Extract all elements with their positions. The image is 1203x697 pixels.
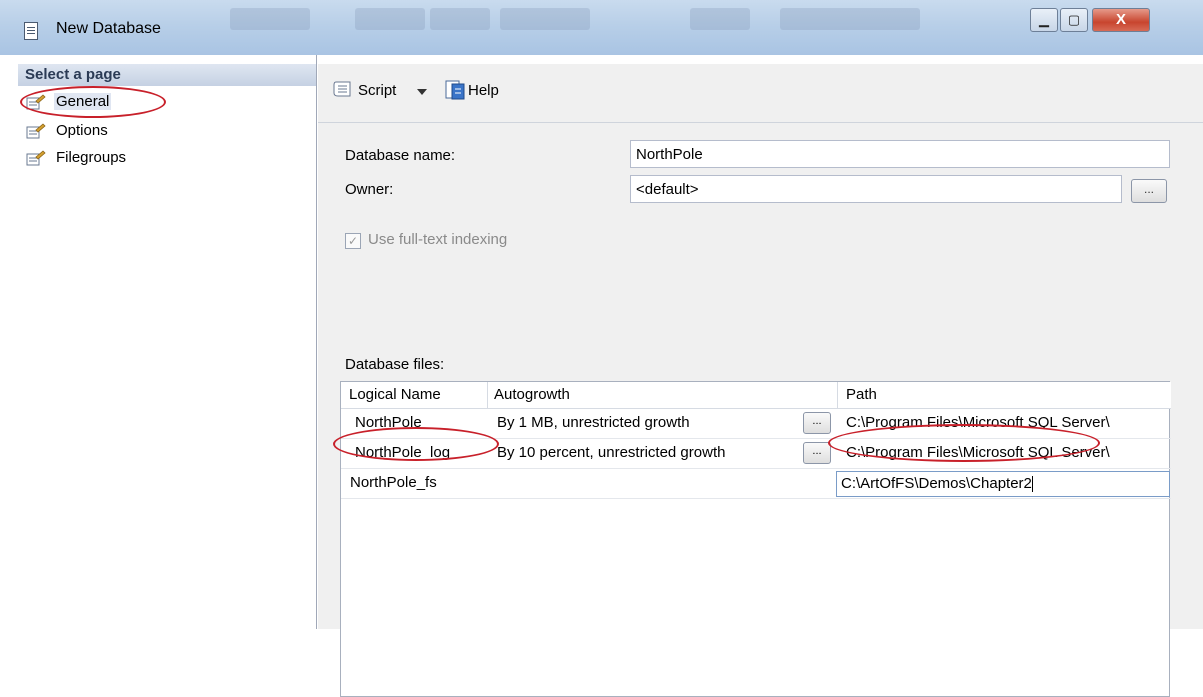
logical-name-cell[interactable]: NorthPole — [355, 414, 483, 431]
background-blur — [230, 8, 310, 30]
page-wrench-icon — [26, 123, 46, 139]
script-icon — [333, 81, 351, 97]
autogrowth-browse-button[interactable]: ... — [803, 442, 831, 464]
background-blur — [780, 8, 920, 30]
autogrowth-cell: By 1 MB, unrestricted growth — [497, 414, 690, 431]
help-button[interactable]: Help — [468, 82, 499, 99]
path-cell[interactable]: C:\Program Files\Microsoft SQL Server\ — [846, 444, 1169, 461]
database-files-label: Database files: — [345, 356, 445, 373]
close-button[interactable]: X — [1092, 8, 1150, 32]
column-divider[interactable] — [487, 382, 488, 408]
help-icon — [445, 80, 465, 100]
column-header-autogrowth[interactable]: Autogrowth — [494, 386, 570, 403]
logical-name-cell[interactable]: NorthPole_log — [355, 444, 483, 461]
grid-header: Logical Name Autogrowth Path — [341, 382, 1171, 409]
page-wrench-icon — [26, 94, 46, 110]
column-header-logical-name[interactable]: Logical Name — [349, 386, 441, 403]
toolbar: Script Help — [318, 64, 1203, 123]
autogrowth-browse-button[interactable]: ... — [803, 412, 831, 434]
owner-label: Owner: — [345, 181, 394, 198]
table-row[interactable]: NorthPole By 1 MB, unrestricted growth .… — [341, 408, 1171, 439]
main-panel: Script Help Database name: NorthPole Own… — [318, 55, 1203, 697]
fulltext-label: Use full-text indexing — [368, 231, 508, 248]
owner-input[interactable]: <default> — [630, 175, 1122, 203]
column-header-path[interactable]: Path — [846, 386, 877, 403]
page-wrench-icon — [26, 150, 46, 166]
path-input-value: C:\ArtOfFS\Demos\Chapter2 — [841, 475, 1032, 492]
fulltext-checkbox[interactable]: ✓ — [345, 233, 361, 249]
window-title: New Database — [56, 20, 161, 37]
column-divider[interactable] — [837, 382, 838, 408]
sidebar-item-label: Filegroups — [56, 149, 127, 166]
sidebar-item-label: Options — [56, 122, 108, 139]
general-page: Database name: NorthPole Owner: <default… — [318, 123, 1203, 697]
logical-name-cell[interactable]: NorthPole_fs — [350, 474, 482, 491]
background-blur — [430, 8, 490, 30]
document-icon — [24, 22, 38, 40]
database-name-input[interactable]: NorthPole — [630, 140, 1170, 168]
database-files-grid: Logical Name Autogrowth Path NorthPole B… — [340, 381, 1171, 697]
dropdown-arrow-icon[interactable] — [416, 88, 428, 96]
background-blur — [690, 8, 750, 30]
sidebar-item-label: General — [54, 93, 112, 110]
autogrowth-cell: By 10 percent, unrestricted growth — [497, 444, 726, 461]
table-row[interactable]: NorthPole_log By 10 percent, unrestricte… — [341, 438, 1171, 469]
maximize-button[interactable]: ▢ — [1060, 8, 1088, 32]
database-name-label: Database name: — [345, 147, 456, 164]
table-row[interactable]: NorthPole_fs C:\ArtOfFS\Demos\Chapter2 — [341, 468, 1171, 499]
select-page-label: Select a page — [25, 66, 121, 83]
minimize-button[interactable]: ▁ — [1030, 8, 1058, 32]
script-button[interactable]: Script — [358, 82, 396, 99]
text-cursor — [1031, 476, 1033, 493]
page-selector-panel: Select a page General Options Filegroups — [18, 55, 317, 629]
select-page-header: Select a page — [18, 64, 316, 86]
title-bar: New Database ▁ ▢ X — [0, 0, 1203, 55]
owner-browse-button[interactable]: ... — [1131, 179, 1167, 203]
background-blur — [355, 8, 425, 30]
background-blur — [500, 8, 590, 30]
path-cell[interactable]: C:\Program Files\Microsoft SQL Server\ — [846, 414, 1169, 431]
path-input[interactable]: C:\ArtOfFS\Demos\Chapter2 — [836, 471, 1170, 497]
